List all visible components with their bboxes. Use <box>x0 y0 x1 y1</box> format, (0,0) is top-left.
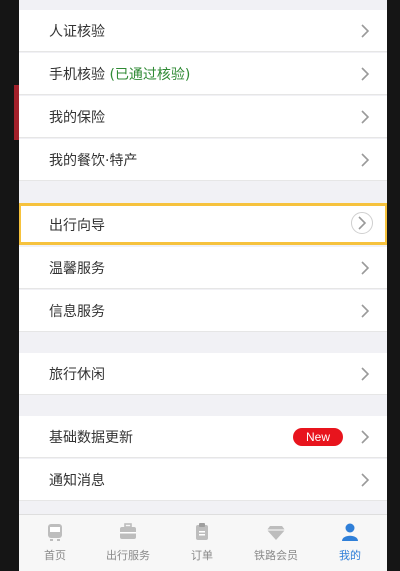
menu-item-label: 通知消息 <box>49 473 105 489</box>
order-clipboard-icon <box>192 522 212 542</box>
menu-item-my-insurance[interactable]: 我的保险 <box>19 96 387 138</box>
diamond-icon <box>266 522 286 542</box>
phone-frame: 人证核验 手机核验 (已通过核验) 我的保险 我的餐饮·特产 出行向导 温馨服务… <box>0 0 400 571</box>
tab-label: 出行服务 <box>106 549 150 562</box>
chevron-right-icon <box>359 24 371 38</box>
menu-item-phone-verify[interactable]: 手机核验 (已通过核验) <box>19 53 387 95</box>
tab-home[interactable]: 首页 <box>19 515 91 571</box>
menu-item-data-update[interactable]: 基础数据更新 New <box>19 416 387 458</box>
menu-item-label: 我的保险 <box>49 110 105 126</box>
tab-orders[interactable]: 订单 <box>165 515 239 571</box>
tab-label: 订单 <box>191 549 213 562</box>
menu-item-label: 手机核验 (已通过核验) <box>49 64 190 84</box>
profile-screen: 人证核验 手机核验 (已通过核验) 我的保险 我的餐饮·特产 出行向导 温馨服务… <box>19 0 387 571</box>
chevron-right-icon <box>359 67 371 81</box>
chevron-right-icon <box>359 110 371 124</box>
menu-item-label: 人证核验 <box>49 24 105 40</box>
tab-travel-service[interactable]: 出行服务 <box>91 515 165 571</box>
chevron-right-icon <box>359 367 371 381</box>
menu-item-label-text: 手机核验 <box>49 67 105 83</box>
bottom-tab-bar: 首页 出行服务 订单 铁路会员 我的 <box>19 514 387 571</box>
menu-item-face-verify[interactable]: 人证核验 <box>19 10 387 52</box>
chevron-right-icon <box>359 261 371 275</box>
person-icon <box>340 522 360 542</box>
tab-label: 我的 <box>339 549 361 562</box>
menu-item-my-dining[interactable]: 我的餐饮·特产 <box>19 139 387 181</box>
menu-item-label: 我的餐饮·特产 <box>49 153 138 169</box>
touch-indicator <box>351 212 373 234</box>
chevron-right-icon <box>359 473 371 487</box>
tab-label: 铁路会员 <box>254 549 298 562</box>
menu-item-label: 出行向导 <box>49 218 105 234</box>
menu-item-warm-service[interactable]: 温馨服务 <box>19 247 387 289</box>
verified-status: (已通过核验) <box>109 67 191 83</box>
chevron-right-icon <box>359 430 371 444</box>
menu-item-travel-leisure[interactable]: 旅行休闲 <box>19 353 387 395</box>
menu-item-travel-guide[interactable]: 出行向导 <box>19 203 387 245</box>
menu-item-label: 基础数据更新 <box>49 430 133 446</box>
briefcase-icon <box>118 522 138 542</box>
train-icon <box>45 522 65 542</box>
menu-item-label: 信息服务 <box>49 304 105 320</box>
chevron-right-icon <box>359 153 371 167</box>
menu-item-info-service[interactable]: 信息服务 <box>19 290 387 332</box>
tab-mine[interactable]: 我的 <box>313 515 387 571</box>
tab-label: 首页 <box>44 549 66 562</box>
tab-railway-member[interactable]: 铁路会员 <box>239 515 313 571</box>
menu-item-label: 旅行休闲 <box>49 367 105 383</box>
menu-item-label: 温馨服务 <box>49 261 105 277</box>
menu-item-notifications[interactable]: 通知消息 <box>19 459 387 501</box>
new-badge: New <box>293 428 343 446</box>
chevron-right-icon <box>359 304 371 318</box>
